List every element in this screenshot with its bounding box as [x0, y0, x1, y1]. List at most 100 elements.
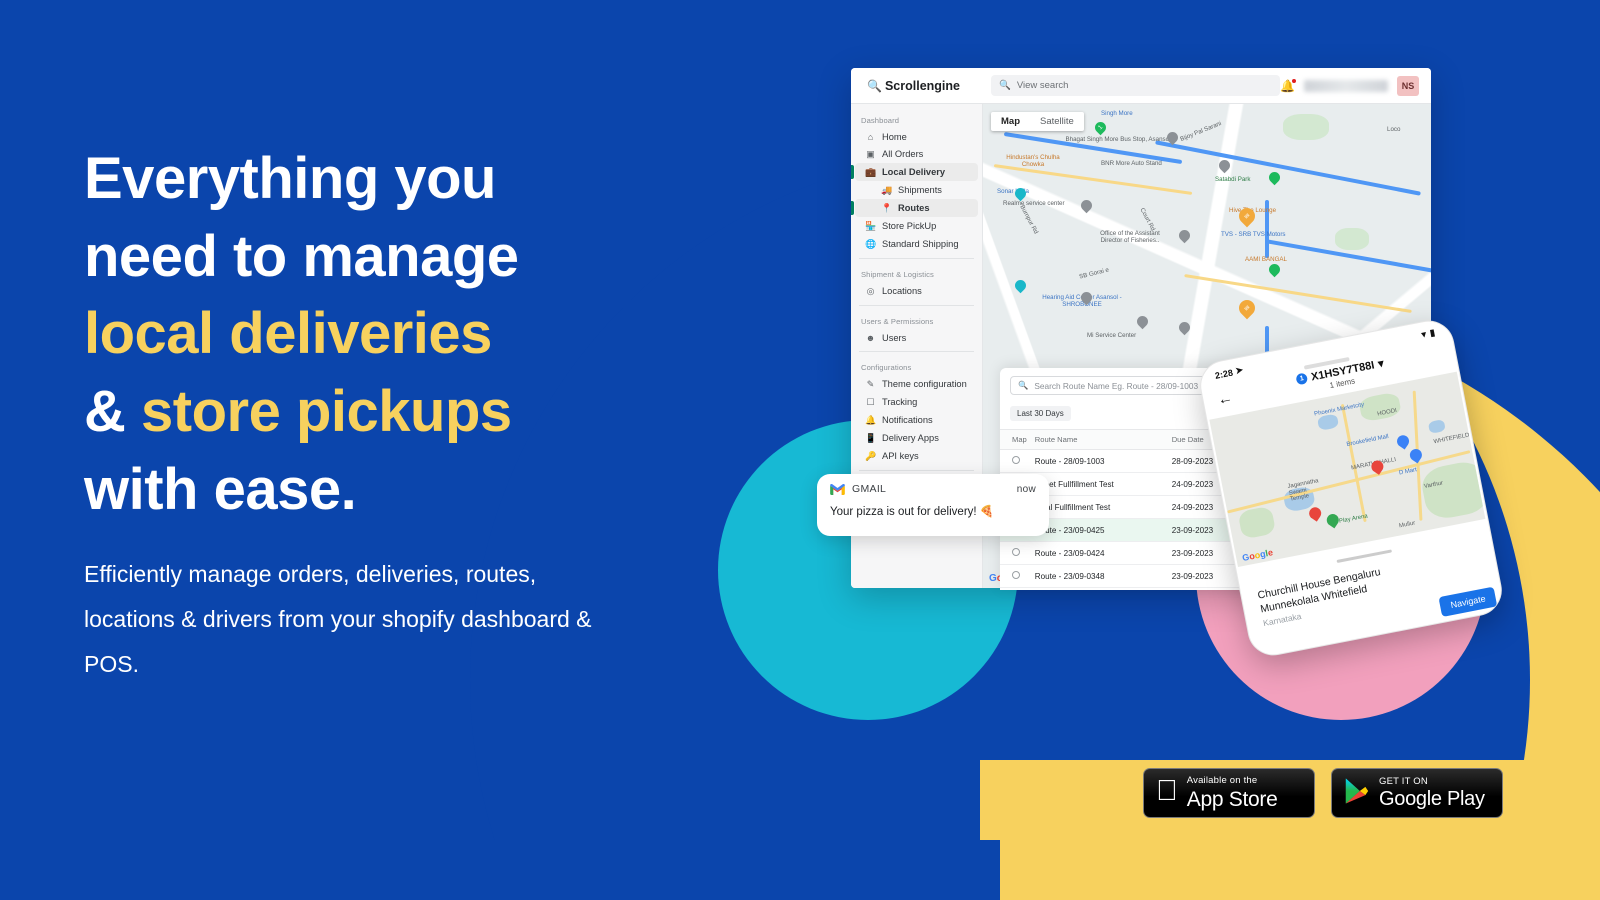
map-pin-destination[interactable] [1369, 458, 1386, 477]
map-pin[interactable] [1394, 432, 1412, 451]
notification-badge [1291, 77, 1297, 84]
sidebar-item-label: All Orders [882, 149, 924, 159]
app-store-small-label: Available on the [1165, 775, 1257, 787]
store-badges:  Available on the App Store [1143, 768, 1503, 818]
wifi-icon: ▾ [1420, 328, 1427, 340]
search-placeholder: View search [1016, 80, 1069, 91]
map-park [1335, 228, 1369, 250]
sidebar-item-all-orders[interactable]: ▣ All Orders [855, 145, 978, 163]
status-time: 2:28 [1214, 367, 1234, 381]
map-pin[interactable] [1078, 197, 1095, 214]
sidebar-section-configurations: Configurations [861, 363, 912, 372]
sidebar-item-delivery-apps[interactable]: 📱 Delivery Apps [855, 429, 978, 447]
headline-line-4: store pickups [141, 379, 512, 445]
avatar[interactable]: NS [1397, 75, 1419, 96]
map-pin[interactable] [1012, 277, 1029, 294]
sidebar-item-label: Routes [898, 203, 930, 213]
sidebar-divider [859, 305, 974, 306]
map-park [1283, 114, 1329, 140]
google-play-small-label: GET IT ON [1379, 775, 1428, 787]
map-label: Office of the Assistant Director of Fish… [1100, 230, 1160, 245]
row-map-radio[interactable] [1000, 564, 1031, 588]
map-pin[interactable] [1407, 446, 1425, 465]
sidebar-divider [859, 470, 974, 471]
sidebar-item-local-delivery[interactable]: 💼 Local Delivery [851, 163, 978, 181]
map-park [1418, 458, 1486, 522]
map-pin-assignee[interactable]: ✉ [1235, 296, 1259, 320]
user-icon: ☻ [865, 332, 876, 343]
map-pin[interactable] [1266, 169, 1283, 186]
toast-timestamp: now [1016, 483, 1036, 495]
map-pin-start[interactable]: 1 [1092, 119, 1109, 136]
sidebar-item-store-pickup[interactable]: 🏪 Store PickUp [855, 217, 978, 235]
map-pin[interactable] [1266, 261, 1283, 278]
radio-icon[interactable] [1012, 548, 1020, 556]
map-pin[interactable] [1164, 129, 1181, 146]
radio-icon[interactable] [1012, 571, 1020, 579]
row-map-radio[interactable] [1000, 541, 1031, 565]
drag-handle[interactable] [1336, 549, 1393, 564]
column-map: Map [1000, 429, 1031, 450]
row-map-radio[interactable] [1000, 449, 1031, 473]
map-park [1237, 505, 1277, 540]
bell-icon[interactable]: 🔔 [1280, 77, 1297, 93]
row-route-name: Sheet Fullfillment Test [1030, 472, 1168, 496]
page-subtitle: Efficiently manage orders, deliveries, r… [84, 561, 592, 677]
map-label: AAMI BANGAL [1245, 256, 1287, 263]
truck-icon: 🚚 [881, 184, 893, 195]
sidebar-item-shipments[interactable]: 🚚 Shipments [855, 181, 978, 199]
home-icon: ⌂ [867, 131, 874, 142]
map-pin[interactable] [1078, 289, 1095, 306]
battery-icon: ▮ [1428, 327, 1436, 338]
pin-icon: 📍 [881, 202, 893, 213]
sidebar-item-users[interactable]: ☻ Users [855, 329, 978, 346]
key-icon: 🔑 [865, 450, 877, 461]
date-filter-chip[interactable]: Last 30 Days [1010, 406, 1071, 421]
map-label: Play Arena [1338, 513, 1369, 525]
map-label: Loco [1387, 126, 1401, 133]
blue-bottom-band [0, 840, 1000, 900]
map-pin[interactable] [1134, 313, 1151, 330]
search-input[interactable]: 🔍 View search [991, 75, 1281, 96]
row-due-date: 23-09-2023 [1167, 564, 1246, 588]
map-pin[interactable] [1324, 511, 1342, 530]
sidebar-item-label: Theme configuration [882, 379, 967, 389]
topbar-actions: 🔔 NS [1280, 75, 1423, 96]
sidebar-item-label: Standard Shipping [882, 239, 959, 249]
map-water [1427, 419, 1446, 434]
location-arrow-icon: ➤ [1234, 364, 1244, 376]
app-store-badge[interactable]:  Available on the App Store [1143, 768, 1315, 818]
map-pin[interactable] [1176, 227, 1193, 244]
sidebar-item-tracking[interactable]: ☐ Tracking [855, 393, 978, 411]
map-pin-assignee[interactable]: ✉ [1235, 204, 1259, 228]
theme-icon: ✎ [866, 378, 875, 389]
map-pin-hospital[interactable] [1306, 504, 1324, 523]
badge-count: 1 [1295, 372, 1309, 386]
map-type-satellite[interactable]: Satellite [1030, 112, 1084, 131]
sidebar-item-theme-configuration[interactable]: ✎ Theme configuration [855, 375, 978, 393]
google-play-badge[interactable]: GET IT ON Google Play [1331, 768, 1503, 818]
map-type-toggle[interactable]: Map Satellite [991, 112, 1084, 131]
sidebar-item-label: Notifications [882, 415, 933, 425]
radio-icon[interactable] [1012, 456, 1020, 464]
sidebar-item-notifications[interactable]: 🔔 Notifications [855, 411, 978, 429]
sidebar-item-home[interactable]: ⌂ Home [855, 128, 978, 145]
headline-line-3: local deliveries [84, 301, 492, 367]
chevron-down-icon[interactable]: ▾ [1377, 357, 1385, 371]
headline-amp: & [84, 379, 126, 445]
sidebar-item-api-keys[interactable]: 🔑 API keys [855, 447, 978, 465]
back-arrow-icon[interactable]: ← [1216, 389, 1234, 409]
map-pin[interactable] [1012, 185, 1029, 202]
row-route-name: Route - 28/09-1003 [1030, 449, 1168, 473]
sidebar-item-locations[interactable]: ◎ Locations [855, 282, 978, 300]
sidebar-item-routes[interactable]: 📍 Routes [851, 199, 978, 217]
brand-logo: 🔍 Scrollengine [859, 79, 991, 93]
gmail-notification-toast[interactable]: GMAIL now Your pizza is out for delivery… [817, 474, 1049, 536]
sidebar-item-standard-shipping[interactable]: 🌐 Standard Shipping [855, 235, 978, 253]
sidebar-item-label: Tracking [882, 397, 918, 407]
row-route-name: Route - 23/09-0348 [1030, 564, 1168, 588]
map-pin[interactable] [1216, 157, 1233, 174]
map-pin[interactable] [1176, 319, 1193, 336]
bell-icon: 🔔 [865, 414, 877, 425]
map-type-map[interactable]: Map [991, 112, 1030, 131]
